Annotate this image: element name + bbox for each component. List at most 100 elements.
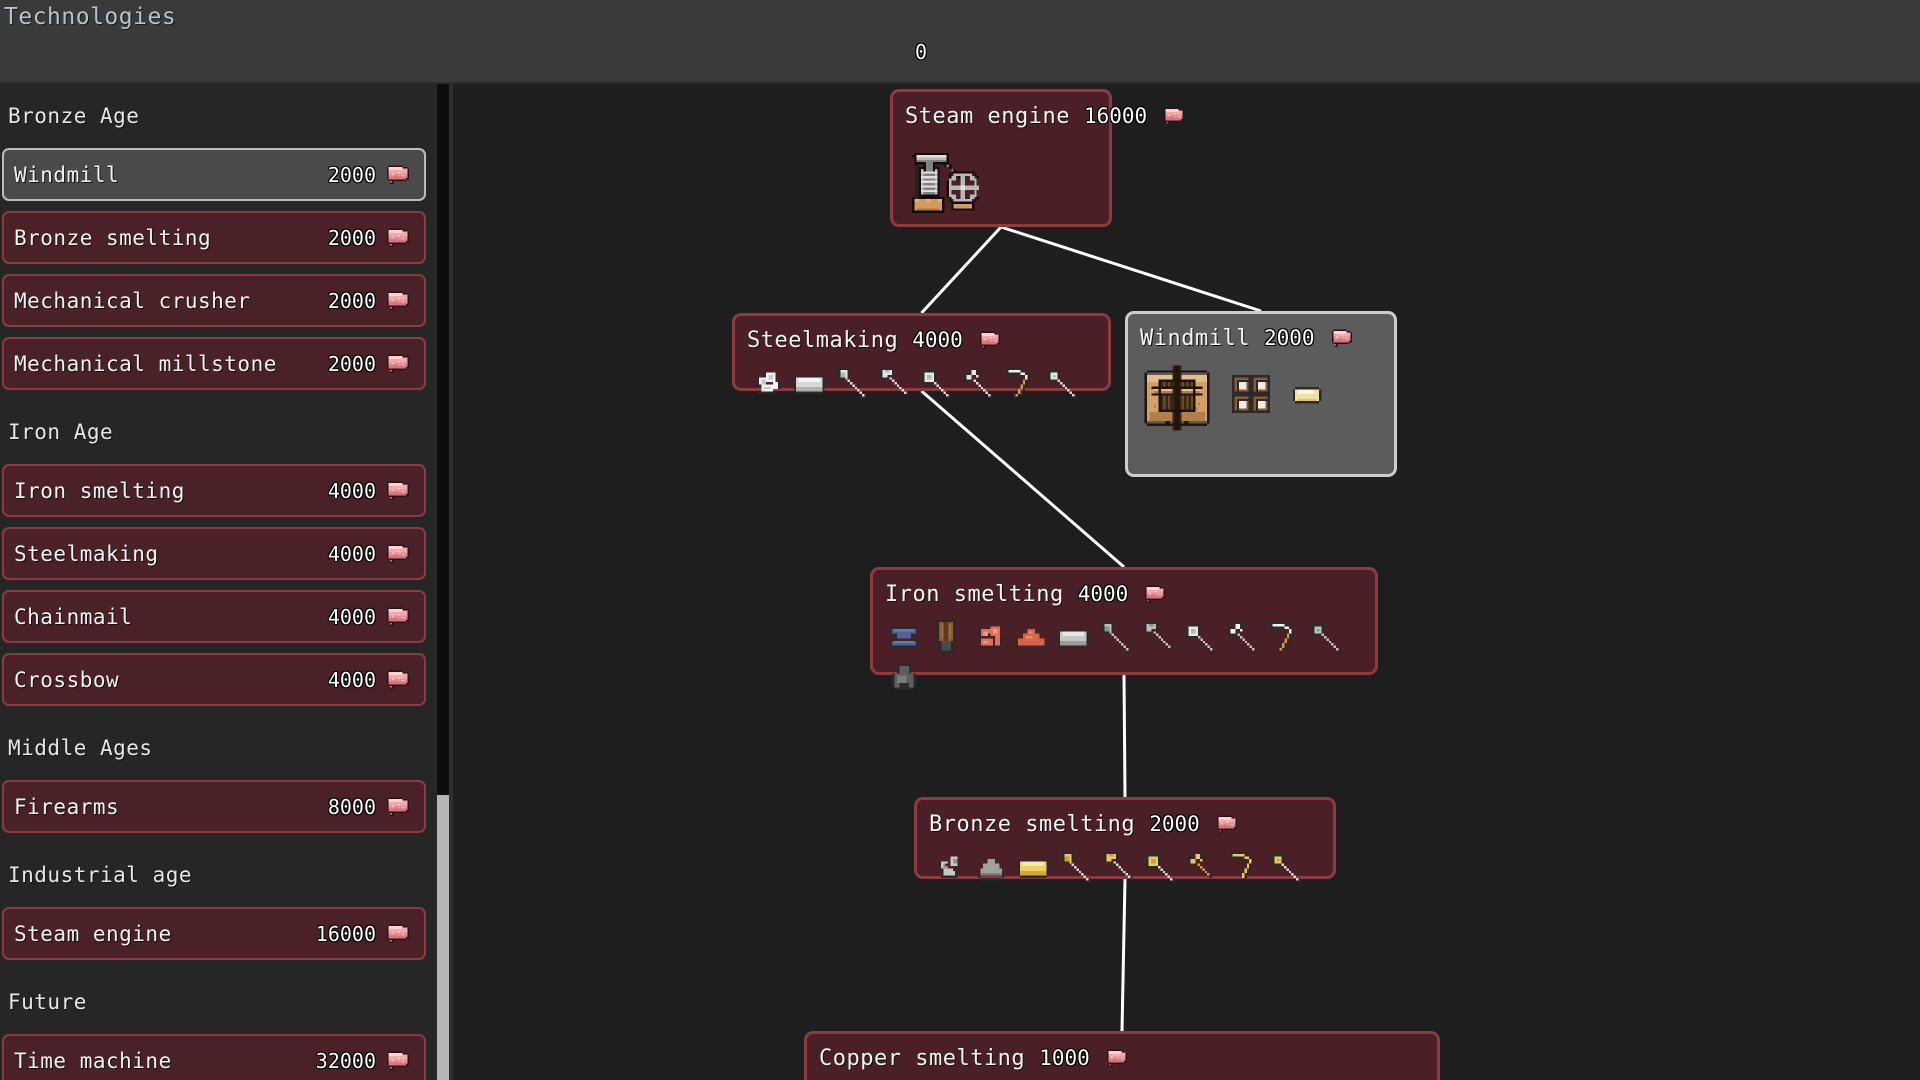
sidebar-item-windmill[interactable]: Windmill 2000 <box>2 148 426 201</box>
sidebar-item-label: Mechanical millstone <box>14 351 277 376</box>
brain-glyph <box>387 228 409 247</box>
top-bar: Technologies 0 <box>0 0 1920 84</box>
tech-node-windmill[interactable]: Windmill 2000 <box>1125 311 1397 477</box>
brain-glyph <box>979 330 1000 349</box>
brain-glyph <box>387 670 409 689</box>
brain-icon <box>1104 1048 1130 1069</box>
sidebar-item-bronze-smelting[interactable]: Bronze smelting 2000 <box>2 211 426 264</box>
node-header: Copper smelting 1000 <box>819 1043 1425 1073</box>
sidebar-item-cost: 4000 <box>327 478 376 503</box>
brain-glyph <box>387 924 409 943</box>
bronze-scythe-icon <box>1230 851 1254 881</box>
sidebar-item-label: Mechanical crusher <box>14 288 251 313</box>
brain-glyph <box>387 607 409 626</box>
sidebar-item-steam-engine[interactable]: Steam engine 16000 <box>2 907 426 960</box>
node-title: Bronze smelting <box>929 811 1136 837</box>
steel-scythe-icon <box>1006 367 1030 399</box>
sidebar-item-cost: 4000 <box>327 604 376 629</box>
sidebar-item-chainmail[interactable]: Chainmail 4000 <box>2 590 426 643</box>
sidebar-item-mechanical-crusher[interactable]: Mechanical crusher 2000 <box>2 274 426 327</box>
brain-icon <box>384 164 412 186</box>
node-title: Steam engine <box>905 103 1070 129</box>
tech-node-steam-engine[interactable]: Steam engine 16000 <box>890 89 1185 227</box>
node-title: Steelmaking <box>747 327 899 353</box>
brain-icon <box>935 40 965 64</box>
tech-node-steelmaking[interactable]: Steelmaking 4000 <box>732 313 1111 399</box>
sidebar-item-steelmaking[interactable]: Steelmaking 4000 <box>2 527 426 580</box>
bronze-shovel-icon <box>1062 851 1091 883</box>
iron-pickaxe-icon <box>1228 621 1257 653</box>
node-cost: 16000 <box>1083 104 1148 128</box>
iron-ore-icon <box>978 626 1003 648</box>
research-points-value: 0 <box>915 40 928 64</box>
brain-icon <box>1161 106 1187 127</box>
millstone-grid-icon <box>1232 375 1270 413</box>
sidebar-item-cost: 16000 <box>315 921 376 946</box>
brain-icon <box>384 923 412 945</box>
iron-shovel-icon <box>1102 621 1131 653</box>
anvil-icon <box>889 626 919 648</box>
node-header: Iron smelting 4000 <box>885 579 1363 609</box>
node-unlock-items <box>929 847 1321 885</box>
sidebar-item-cost: 4000 <box>327 667 376 692</box>
sidebar-item-crossbow[interactable]: Crossbow 4000 <box>2 653 426 706</box>
iron-dust-icon <box>1015 628 1047 651</box>
tech-node-bronze-smelting[interactable]: Bronze smelting 2000 <box>914 797 1336 883</box>
node-cost: 2000 <box>1263 326 1315 350</box>
sidebar-item-label: Chainmail <box>14 604 133 629</box>
bronze-pickaxe-icon <box>1188 851 1212 878</box>
sidebar-item-label: Crossbow <box>14 667 120 692</box>
brain-icon <box>1329 328 1355 349</box>
node-title: Windmill <box>1140 325 1250 351</box>
steel-hoe-icon <box>880 367 909 397</box>
tech-tree-canvas[interactable]: Steam engine 16000 Steelmaking 4000 Windmill… <box>453 84 1920 1080</box>
windmill-body-icon <box>1144 365 1210 431</box>
node-unlock-items <box>1140 361 1382 435</box>
tech-list-sidebar[interactable]: Bronze Age Windmill 2000 Bronze smelting 200… <box>0 84 440 1080</box>
tech-list: Bronze Age Windmill 2000 Bronze smelting 200… <box>0 84 440 1080</box>
sidebar-item-label: Bronze smelting <box>14 225 212 250</box>
brain-glyph <box>387 165 409 184</box>
brain-glyph <box>387 481 409 500</box>
research-points-counter: 0 <box>915 40 965 64</box>
bronze-axe-icon <box>1146 854 1175 883</box>
sidebar-item-mechanical-millstone[interactable]: Mechanical millstone 2000 <box>2 337 426 390</box>
age-header-0: Bronze Age <box>8 104 140 128</box>
bronze-hoe-icon <box>1104 851 1133 881</box>
sidebar-item-cost: 2000 <box>327 225 376 250</box>
steel-pickaxe-icon <box>964 367 993 399</box>
age-header-3: Industrial age <box>8 863 193 887</box>
sidebar-item-firearms[interactable]: Firearms 8000 <box>2 780 426 833</box>
brain-icon <box>384 353 412 375</box>
node-header: Steelmaking 4000 <box>747 325 1096 355</box>
brain-icon <box>384 796 412 818</box>
sidebar-item-iron-smelting[interactable]: Iron smelting 4000 <box>2 464 426 517</box>
tech-node-copper-smelting[interactable]: Copper smelting 1000 <box>804 1031 1440 1080</box>
bronze-dust-icon <box>978 858 1005 881</box>
node-cost: 4000 <box>1077 582 1129 606</box>
brain-icon <box>384 227 412 249</box>
node-header: Windmill 2000 <box>1140 323 1382 353</box>
node-header: Bronze smelting 2000 <box>929 809 1321 839</box>
brain-icon <box>384 606 412 628</box>
sidebar-item-time-machine[interactable]: Time machine 32000 <box>2 1034 426 1080</box>
age-header-1: Iron Age <box>8 420 114 444</box>
brain-icon <box>384 669 412 691</box>
brain-icon <box>1214 814 1240 835</box>
steel-ingot-icon <box>793 374 825 394</box>
iron-ingot-icon <box>1057 628 1089 648</box>
steel-shovel-icon <box>838 367 867 399</box>
sidebar-scrollbar-thumb[interactable] <box>437 795 449 1080</box>
brain-glyph <box>1145 584 1166 603</box>
bronze-hammer-icon <box>1272 854 1301 883</box>
sidebar-item-label: Iron smelting <box>14 478 185 503</box>
brain-glyph <box>1106 1048 1127 1067</box>
iron-hoe-icon <box>1144 621 1173 651</box>
sidebar-item-label: Steelmaking <box>14 541 159 566</box>
brain-icon <box>384 543 412 565</box>
steam-engine-machine-icon <box>911 152 979 213</box>
tech-node-iron-smelting[interactable]: Iron smelting 4000 <box>870 567 1378 690</box>
flour-sack-icon <box>1292 386 1322 404</box>
sidebar-item-cost: 8000 <box>327 794 376 819</box>
node-unlock-items <box>747 363 1096 401</box>
